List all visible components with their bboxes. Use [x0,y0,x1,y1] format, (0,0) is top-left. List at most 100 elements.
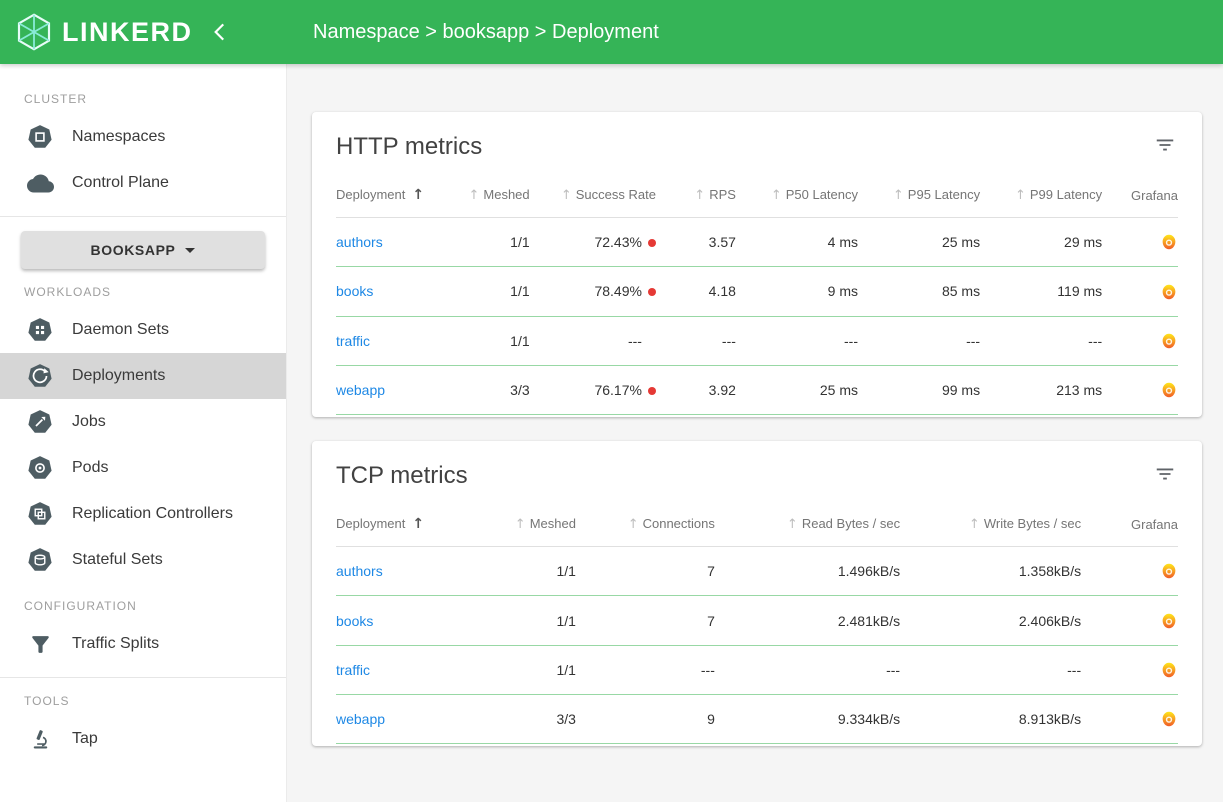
deployment-link[interactable]: authors [336,563,383,579]
cell-grafana [1102,218,1178,267]
column-label: P50 Latency [786,187,858,202]
filter-button[interactable] [1152,130,1178,163]
column-label: Success Rate [576,187,656,202]
sidebar-item-label: Control Plane [72,174,169,192]
cell-p50-latency: 9 ms [736,267,858,316]
cell-deployment: authors [336,547,458,596]
column-header-p50-latency[interactable]: ↑ P50 Latency [736,179,858,218]
deployment-link[interactable]: traffic [336,333,370,349]
cell-read-bytes: 1.496kB/s [715,547,900,596]
grafana-link[interactable] [1160,283,1178,301]
column-label: Read Bytes / sec [802,516,900,531]
cell-p50-latency: --- [736,316,858,365]
grafana-link[interactable] [1160,233,1178,251]
sidebar-item-label: Replication Controllers [72,505,233,523]
grafana-icon [1160,562,1178,580]
jobs-icon [26,409,54,435]
sidebar-item-daemon-sets[interactable]: Daemon Sets [0,307,286,353]
grafana-link[interactable] [1160,661,1178,679]
table-row: traffic 1/1 --- --- --- [336,645,1178,694]
cell-success-rate: 78.49% [530,267,656,316]
deployment-link[interactable]: authors [336,234,383,250]
pods-icon [26,455,54,481]
cell-p50-latency: 25 ms [736,365,858,414]
column-header-read-bytes[interactable]: ↑Read Bytes / sec [715,508,900,547]
cell-rps: 3.57 [656,218,736,267]
sidebar-item-pods[interactable]: Pods [0,445,286,491]
cell-deployment: authors [336,218,458,267]
sidebar-item-tap[interactable]: Tap [0,716,286,762]
column-header-success-rate[interactable]: ↑ Success Rate [530,179,656,218]
grafana-link[interactable] [1160,332,1178,350]
traffic-splits-icon [26,632,54,657]
cell-deployment: traffic [336,645,458,694]
sidebar-divider [0,677,286,678]
sidebar-item-stateful-sets[interactable]: Stateful Sets [0,537,286,583]
table-row: books 1/1 78.49% 4.18 9 ms 85 ms 119 ms [336,267,1178,316]
success-rate-alert-dot [648,387,656,395]
column-header-meshed[interactable]: ↑Meshed [458,508,576,547]
sidebar-item-jobs[interactable]: Jobs [0,399,286,445]
column-header-p99-latency[interactable]: ↑P99 Latency [980,179,1102,218]
column-label: Grafana [1131,188,1178,203]
logo-area: LINKERD [0,0,287,64]
column-header-p95-latency[interactable]: ↑P95 Latency [858,179,980,218]
sidebar-collapse-button[interactable] [207,19,233,48]
namespace-selector-button[interactable]: BOOKSAPP [21,231,265,269]
sidebar-item-replication-controllers[interactable]: Replication Controllers [0,491,286,537]
table-row: authors 1/1 72.43% 3.57 4 ms 25 ms 29 ms [336,218,1178,267]
column-header-deployment[interactable]: Deployment↑ [336,508,458,547]
filter-button[interactable] [1152,459,1178,492]
sidebar-item-control-plane[interactable]: Control Plane [0,160,286,206]
cell-p95-latency: 85 ms [858,267,980,316]
grafana-link[interactable] [1160,381,1178,399]
sort-arrow-icon: ↑ [1015,188,1026,203]
column-header-rps[interactable]: ↑RPS [656,179,736,218]
column-header-deployment[interactable]: Deployment↑ [336,179,458,218]
sidebar: CLUSTER Namespaces Control Plane BOOKSAP… [0,64,287,802]
cell-grafana [1102,267,1178,316]
sidebar-item-label: Traffic Splits [72,635,159,653]
deployment-link[interactable]: traffic [336,662,370,678]
card-header: TCP metrics [336,459,1178,492]
grafana-icon [1160,661,1178,679]
namespaces-icon [26,124,54,150]
cell-p95-latency: --- [858,316,980,365]
cell-grafana [1081,596,1178,645]
deployment-link[interactable]: webapp [336,382,385,398]
cell-success-rate: 76.17% [530,365,656,414]
deployment-link[interactable]: books [336,613,373,629]
sidebar-item-traffic-splits[interactable]: Traffic Splits [0,621,286,667]
sidebar-item-deployments[interactable]: Deployments [0,353,286,399]
cell-rps: 4.18 [656,267,736,316]
column-header-connections[interactable]: ↑Connections [576,508,715,547]
sort-arrow-icon: ↑ [969,517,980,532]
cell-grafana [1102,316,1178,365]
grafana-link[interactable] [1160,612,1178,630]
cell-rps: --- [656,316,736,365]
cell-meshed: 1/1 [458,316,530,365]
cell-grafana [1081,695,1178,744]
sort-arrow-icon: ↑ [771,188,782,203]
top-bar: LINKERD Namespace > booksapp > Deploymen… [0,0,1223,64]
table-row: authors 1/1 7 1.496kB/s 1.358kB/s [336,547,1178,596]
column-header-write-bytes[interactable]: ↑Write Bytes / sec [900,508,1081,547]
column-label: Connections [643,516,715,531]
section-label-configuration: CONFIGURATION [24,599,286,613]
cell-p99-latency: 119 ms [980,267,1102,316]
deployment-link[interactable]: books [336,283,373,299]
grafana-link[interactable] [1160,710,1178,728]
deployment-link[interactable]: webapp [336,711,385,727]
sidebar-item-namespaces[interactable]: Namespaces [0,114,286,160]
column-header-meshed[interactable]: ↑Meshed [458,179,530,218]
chevron-left-icon [207,33,233,48]
sort-arrow-icon: ↑ [561,188,572,203]
cell-grafana [1081,645,1178,694]
cell-p50-latency: 4 ms [736,218,858,267]
cell-deployment: webapp [336,365,458,414]
http-metrics-table: Deployment↑ ↑Meshed ↑ Success Rate ↑RPS ↑… [336,179,1178,415]
column-label: Meshed [530,516,576,531]
grafana-link[interactable] [1160,562,1178,580]
grafana-icon [1160,381,1178,399]
grafana-icon [1160,612,1178,630]
